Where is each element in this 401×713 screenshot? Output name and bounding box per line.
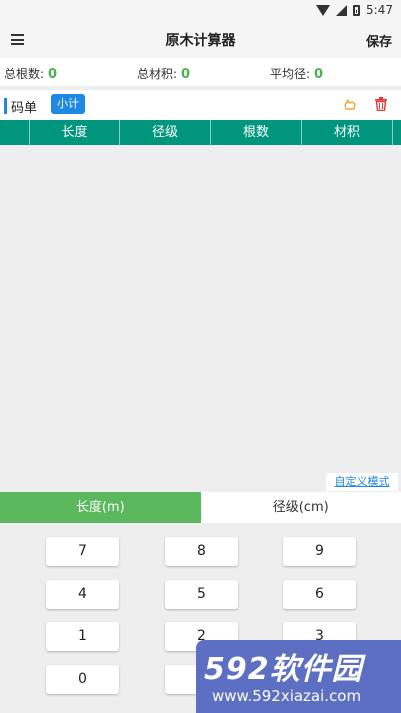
key-0[interactable]: 0 [46,665,119,694]
key-9[interactable]: 9 [283,537,356,566]
key-4[interactable]: 4 [46,580,119,609]
wifi-icon [316,4,331,16]
app-bar: 原木计算器 保存 [0,22,401,58]
watermark-url: www.592xiazai.com [212,687,362,705]
code-list-header: 码单 小计 [0,90,401,120]
section-marker [4,98,7,114]
page-title: 原木计算器 [165,33,236,49]
key-7[interactable]: 7 [46,537,119,566]
column-header-length: 长度 [30,120,120,145]
stat-value: 0 [48,67,58,82]
section-title: 码单 [11,101,38,116]
status-bar: 5:47 [0,0,401,22]
subtotal-button[interactable]: 小计 [51,94,85,114]
key-6[interactable]: 6 [283,580,356,609]
table-header: 长度 径级 根数 材积 [0,120,401,145]
battery-icon [353,4,361,16]
custom-mode-link[interactable]: 自定义模式 [326,473,398,491]
column-header-index [0,120,30,145]
watermark-logo: 592软件园 www.592xiazai.com [196,640,401,713]
stat-label: 总材积: [137,67,178,81]
summary-bar: 总根数: 0 总材积: 0 平均径: 0 [0,58,401,86]
column-header-count: 根数 [211,120,302,145]
stat-value: 0 [314,67,324,82]
tab-diameter[interactable]: 径级(cm) [200,492,401,523]
signal-icon [336,4,348,16]
column-header-volume: 材积 [302,120,393,145]
total-count-stat: 总根数: 0 [4,65,57,82]
trash-icon[interactable] [375,97,387,111]
key-8[interactable]: 8 [165,537,238,566]
save-button[interactable]: 保存 [366,31,392,50]
stat-value: 0 [181,67,191,82]
column-header-diameter: 径级 [120,120,211,145]
watermark-brand: 592软件园 [204,652,363,687]
hand-icon[interactable] [343,97,357,111]
total-volume-stat: 总材积: 0 [137,65,190,82]
code-list-body[interactable] [0,145,401,475]
tab-length[interactable]: 长度(m) [0,492,201,523]
column-header-extra [393,120,401,145]
stat-label: 平均径: [270,67,311,81]
average-diameter-stat: 平均径: 0 [270,65,323,82]
input-mode-tabs: 长度(m) 径级(cm) [0,492,401,523]
key-1[interactable]: 1 [46,622,119,651]
status-time: 5:47 [366,3,393,17]
key-5[interactable]: 5 [165,580,238,609]
stat-label: 总根数: [4,67,45,81]
